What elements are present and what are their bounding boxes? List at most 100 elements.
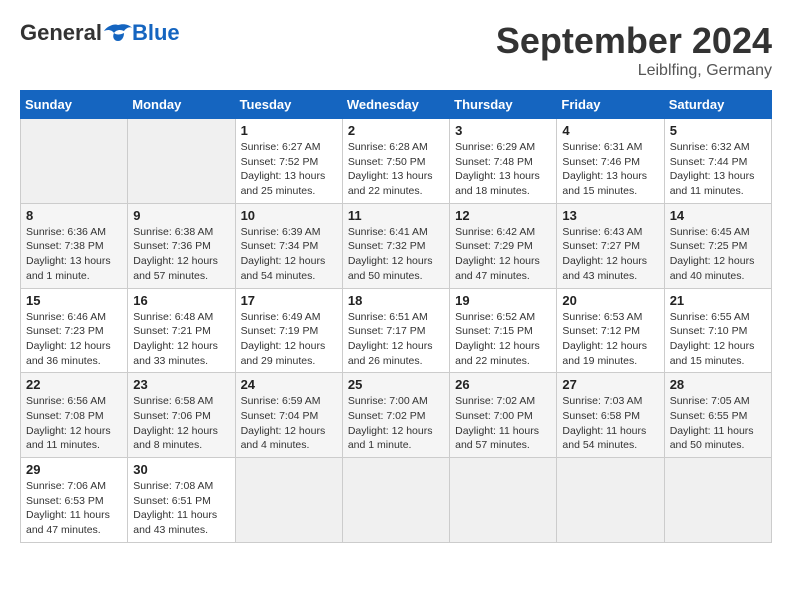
calendar-cell: 5 Sunrise: 6:32 AMSunset: 7:44 PMDaylight…	[664, 119, 771, 204]
day-number: 4	[562, 123, 658, 138]
calendar-cell	[128, 119, 235, 204]
calendar-week-row: 22Sunrise: 6:56 AMSunset: 7:08 PMDayligh…	[21, 373, 772, 458]
calendar-cell: 13 Sunrise: 6:43 AMSunset: 7:27 PMDayligh…	[557, 203, 664, 288]
day-info: Sunrise: 6:27 AMSunset: 7:52 PMDaylight:…	[241, 140, 337, 199]
calendar-cell	[21, 119, 128, 204]
calendar-cell: 29 Sunrise: 7:06 AMSunset: 6:53 PMDayligh…	[21, 458, 128, 543]
calendar-week-row: 1 Sunrise: 6:27 AMSunset: 7:52 PMDaylight…	[21, 119, 772, 204]
calendar-cell: 20 Sunrise: 6:53 AMSunset: 7:12 PMDayligh…	[557, 288, 664, 373]
day-number: 2	[348, 123, 444, 138]
calendar-cell: 28 Sunrise: 7:05 AMSunset: 6:55 PMDayligh…	[664, 373, 771, 458]
day-number: 29	[26, 462, 122, 477]
day-info: Sunrise: 7:00 AMSunset: 7:02 PMDaylight:…	[348, 394, 444, 453]
day-info: Sunrise: 6:43 AMSunset: 7:27 PMDaylight:…	[562, 225, 658, 284]
logo-general: General	[20, 20, 102, 46]
calendar-day-header: Sunday	[21, 91, 128, 119]
calendar-table: SundayMondayTuesdayWednesdayThursdayFrid…	[20, 90, 772, 543]
day-number: 8	[26, 208, 122, 223]
day-info: Sunrise: 6:28 AMSunset: 7:50 PMDaylight:…	[348, 140, 444, 199]
calendar-cell: 8 Sunrise: 6:36 AMSunset: 7:38 PMDaylight…	[21, 203, 128, 288]
calendar-day-header: Thursday	[450, 91, 557, 119]
day-number: 15	[26, 293, 122, 308]
calendar-cell: 12 Sunrise: 6:42 AMSunset: 7:29 PMDayligh…	[450, 203, 557, 288]
day-info: Sunrise: 6:45 AMSunset: 7:25 PMDaylight:…	[670, 225, 766, 284]
day-number: 5	[670, 123, 766, 138]
calendar-day-header: Saturday	[664, 91, 771, 119]
logo-bird-icon	[104, 23, 132, 43]
calendar-cell: 14 Sunrise: 6:45 AMSunset: 7:25 PMDayligh…	[664, 203, 771, 288]
title-block: September 2024 Leiblfing, Germany	[496, 20, 772, 80]
day-number: 24	[241, 377, 337, 392]
day-number: 26	[455, 377, 551, 392]
day-number: 11	[348, 208, 444, 223]
day-number: 21	[670, 293, 766, 308]
day-number: 20	[562, 293, 658, 308]
calendar-body: 1 Sunrise: 6:27 AMSunset: 7:52 PMDaylight…	[21, 119, 772, 543]
day-number: 3	[455, 123, 551, 138]
day-info: Sunrise: 6:49 AMSunset: 7:19 PMDaylight:…	[241, 310, 337, 369]
day-number: 30	[133, 462, 229, 477]
day-info: Sunrise: 6:32 AMSunset: 7:44 PMDaylight:…	[670, 140, 766, 199]
day-info: Sunrise: 6:55 AMSunset: 7:10 PMDaylight:…	[670, 310, 766, 369]
calendar-cell: 2 Sunrise: 6:28 AMSunset: 7:50 PMDaylight…	[342, 119, 449, 204]
day-info: Sunrise: 6:52 AMSunset: 7:15 PMDaylight:…	[455, 310, 551, 369]
calendar-day-header: Friday	[557, 91, 664, 119]
calendar-cell: 22Sunrise: 6:56 AMSunset: 7:08 PMDayligh…	[21, 373, 128, 458]
day-number: 23	[133, 377, 229, 392]
day-number: 17	[241, 293, 337, 308]
logo: General Blue	[20, 20, 180, 46]
calendar-cell: 24 Sunrise: 6:59 AMSunset: 7:04 PMDayligh…	[235, 373, 342, 458]
day-info: Sunrise: 7:03 AMSunset: 6:58 PMDaylight:…	[562, 394, 658, 453]
calendar-cell	[342, 458, 449, 543]
calendar-cell: 23 Sunrise: 6:58 AMSunset: 7:06 PMDayligh…	[128, 373, 235, 458]
day-info: Sunrise: 6:58 AMSunset: 7:06 PMDaylight:…	[133, 394, 229, 453]
day-info: Sunrise: 7:05 AMSunset: 6:55 PMDaylight:…	[670, 394, 766, 453]
calendar-cell: 30 Sunrise: 7:08 AMSunset: 6:51 PMDayligh…	[128, 458, 235, 543]
day-info: Sunrise: 6:36 AMSunset: 7:38 PMDaylight:…	[26, 225, 122, 284]
calendar-cell	[664, 458, 771, 543]
day-info: Sunrise: 6:38 AMSunset: 7:36 PMDaylight:…	[133, 225, 229, 284]
day-info: Sunrise: 6:39 AMSunset: 7:34 PMDaylight:…	[241, 225, 337, 284]
calendar-cell: 9 Sunrise: 6:38 AMSunset: 7:36 PMDaylight…	[128, 203, 235, 288]
day-number: 28	[670, 377, 766, 392]
calendar-header-row: SundayMondayTuesdayWednesdayThursdayFrid…	[21, 91, 772, 119]
day-number: 9	[133, 208, 229, 223]
calendar-week-row: 8 Sunrise: 6:36 AMSunset: 7:38 PMDaylight…	[21, 203, 772, 288]
day-info: Sunrise: 7:02 AMSunset: 7:00 PMDaylight:…	[455, 394, 551, 453]
day-info: Sunrise: 6:48 AMSunset: 7:21 PMDaylight:…	[133, 310, 229, 369]
day-info: Sunrise: 7:06 AMSunset: 6:53 PMDaylight:…	[26, 479, 122, 538]
calendar-cell	[450, 458, 557, 543]
calendar-cell	[235, 458, 342, 543]
calendar-day-header: Monday	[128, 91, 235, 119]
day-number: 25	[348, 377, 444, 392]
calendar-cell: 1 Sunrise: 6:27 AMSunset: 7:52 PMDaylight…	[235, 119, 342, 204]
day-number: 18	[348, 293, 444, 308]
calendar-week-row: 15 Sunrise: 6:46 AMSunset: 7:23 PMDayligh…	[21, 288, 772, 373]
day-number: 1	[241, 123, 337, 138]
page-header: General Blue September 2024 Leiblfing, G…	[20, 20, 772, 80]
calendar-cell: 21 Sunrise: 6:55 AMSunset: 7:10 PMDayligh…	[664, 288, 771, 373]
day-info: Sunrise: 6:29 AMSunset: 7:48 PMDaylight:…	[455, 140, 551, 199]
calendar-cell: 10 Sunrise: 6:39 AMSunset: 7:34 PMDayligh…	[235, 203, 342, 288]
calendar-cell: 19Sunrise: 6:52 AMSunset: 7:15 PMDayligh…	[450, 288, 557, 373]
day-number: 27	[562, 377, 658, 392]
calendar-cell: 17 Sunrise: 6:49 AMSunset: 7:19 PMDayligh…	[235, 288, 342, 373]
day-info: Sunrise: 6:46 AMSunset: 7:23 PMDaylight:…	[26, 310, 122, 369]
calendar-cell: 4Sunrise: 6:31 AMSunset: 7:46 PMDaylight…	[557, 119, 664, 204]
day-number: 13	[562, 208, 658, 223]
day-number: 10	[241, 208, 337, 223]
day-info: Sunrise: 6:53 AMSunset: 7:12 PMDaylight:…	[562, 310, 658, 369]
month-title: September 2024	[496, 20, 772, 62]
day-number: 14	[670, 208, 766, 223]
day-number: 12	[455, 208, 551, 223]
logo-blue: Blue	[132, 20, 180, 46]
calendar-cell	[557, 458, 664, 543]
calendar-cell: 26 Sunrise: 7:02 AMSunset: 7:00 PMDayligh…	[450, 373, 557, 458]
calendar-cell: 27 Sunrise: 7:03 AMSunset: 6:58 PMDayligh…	[557, 373, 664, 458]
calendar-cell: 15 Sunrise: 6:46 AMSunset: 7:23 PMDayligh…	[21, 288, 128, 373]
calendar-day-header: Wednesday	[342, 91, 449, 119]
day-info: Sunrise: 6:42 AMSunset: 7:29 PMDaylight:…	[455, 225, 551, 284]
day-info: Sunrise: 6:59 AMSunset: 7:04 PMDaylight:…	[241, 394, 337, 453]
day-info: Sunrise: 7:08 AMSunset: 6:51 PMDaylight:…	[133, 479, 229, 538]
calendar-cell: 11Sunrise: 6:41 AMSunset: 7:32 PMDayligh…	[342, 203, 449, 288]
